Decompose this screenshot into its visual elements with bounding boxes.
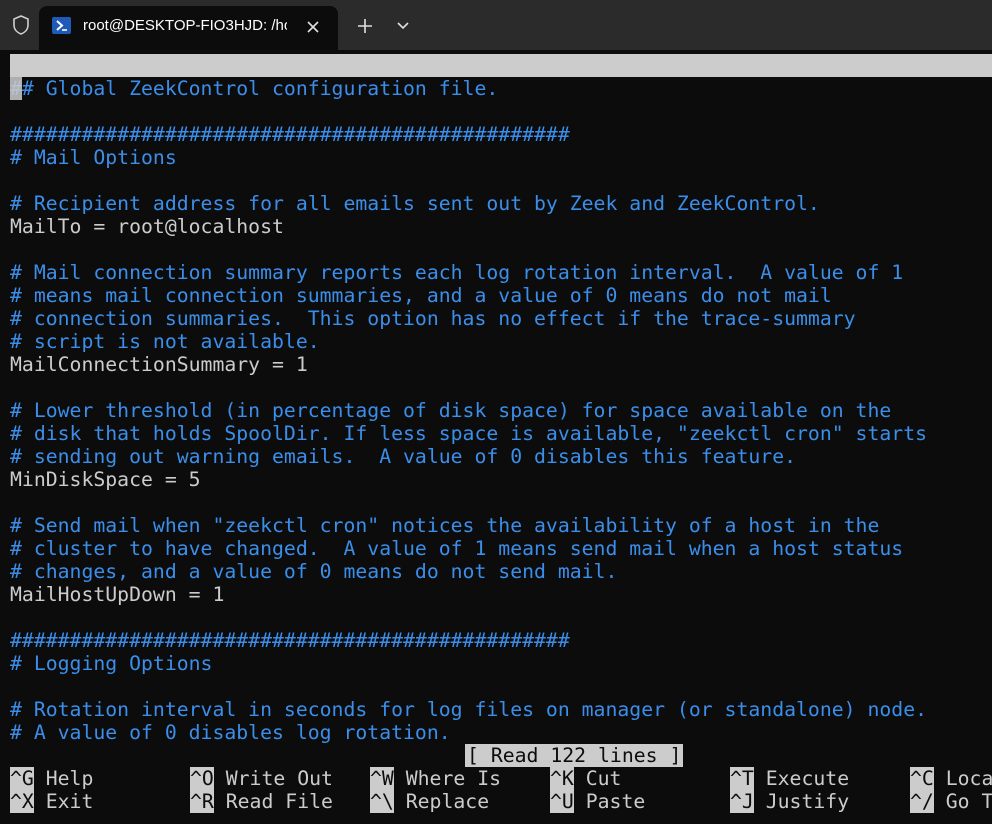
comment-line: # Mail connection summary reports each l… [10,261,904,284]
chevron-down-icon[interactable] [390,14,416,38]
comment-line: # disk that holds SpoolDir. If less spac… [10,422,928,445]
shortcut-label: Exit [33,790,94,813]
comment-line: # means mail connection summaries, and a… [10,284,832,307]
shortcut-key: ^C [910,767,934,790]
comment-line: # Mail Options [10,146,177,169]
shortcut-location[interactable]: ^C Location [910,767,992,790]
comment-line: # Rotation interval in seconds for log f… [10,698,928,721]
config-line: MailConnectionSummary = 1 [10,353,308,376]
window-titlebar: root@DESKTOP-FIO3HJD: /home [0,0,992,50]
shortcut-key: ^/ [910,790,934,813]
shortcut-replace[interactable]: ^\ Replace [370,790,489,813]
shortcut-key: ^T [730,767,754,790]
shortcut-paste[interactable]: ^U Paste [550,790,645,813]
shortcut-cut[interactable]: ^K Cut [550,767,621,790]
status-message: [ Read 122 lines ] [465,744,684,767]
comment-line: # Lower threshold (in percentage of disk… [10,399,892,422]
shortcut-read-file[interactable]: ^R Read File [190,790,333,813]
shortcut-help[interactable]: ^G Help [10,767,93,790]
shortcut-label: Where Is [393,767,502,790]
shortcut-key: ^O [190,767,214,790]
shortcut-execute[interactable]: ^T Execute [730,767,849,790]
shortcut-label: Go To Line [945,790,992,813]
shortcut-label: Read File [213,790,333,813]
comment-line: # script is not available. [10,330,320,353]
comment-line: # A value of 0 disables log rotation. [10,721,451,744]
tab-title: root@DESKTOP-FIO3HJD: /home [83,17,287,34]
comment-line: ########################################… [10,629,570,652]
text-cursor [10,77,22,100]
shortcut-label: Location [945,767,992,790]
shield-icon[interactable] [10,14,32,36]
config-line: MinDiskSpace = 5 [10,468,201,491]
shortcut-label: Execute [753,767,850,790]
shortcut-key: ^G [10,767,34,790]
comment-line: # sending out warning emails. A value of… [10,445,797,468]
plus-icon[interactable] [352,14,378,38]
comment-line: ## Global ZeekControl configuration file… [10,77,499,100]
shortcut-key: ^\ [370,790,394,813]
shortcut-key: ^W [370,767,394,790]
comment-line: # changes, and a value of 0 means do not… [10,560,618,583]
comment-line: # Recipient address for all emails sent … [10,192,820,215]
powershell-icon [52,17,71,34]
shortcut-key: ^X [10,790,34,813]
shortcut-label: Help [33,767,94,790]
shortcut-key: ^K [550,767,574,790]
shortcut-justify[interactable]: ^J Justify [730,790,849,813]
shortcut-key: ^U [550,790,574,813]
comment-line: # Logging Options [10,652,213,675]
shortcut-label: Replace [393,790,490,813]
comment-line: ########################################… [10,123,570,146]
comment-line: # Send mail when "zeekctl cron" notices … [10,514,880,537]
shortcut-key: ^R [190,790,214,813]
shortcut-key: ^J [730,790,754,813]
comment-line: # connection summaries. This option has … [10,307,856,330]
shortcut-go-to-line[interactable]: ^/ Go To Line [910,790,992,813]
shortcut-label: Write Out [213,767,333,790]
terminal-area[interactable]: GNU nano 7.2 /opt/zeek/etc/zeekctl.cfg #… [10,54,992,824]
terminal-tab[interactable]: root@DESKTOP-FIO3HJD: /home [39,6,338,50]
shortcut-exit[interactable]: ^X Exit [10,790,93,813]
shortcut-label: Paste [573,790,646,813]
config-line: MailTo = root@localhost [10,215,284,238]
shortcut-write-out[interactable]: ^O Write Out [190,767,333,790]
nano-title-bar: GNU nano 7.2 /opt/zeek/etc/zeekctl.cfg [10,54,992,123]
close-icon[interactable] [301,15,325,39]
config-line: MailHostUpDown = 1 [10,583,225,606]
shortcut-label: Justify [753,790,850,813]
shortcut-label: Cut [573,767,622,790]
comment-line: # cluster to have changed. A value of 1 … [10,537,904,560]
shortcut-where-is[interactable]: ^W Where Is [370,767,501,790]
